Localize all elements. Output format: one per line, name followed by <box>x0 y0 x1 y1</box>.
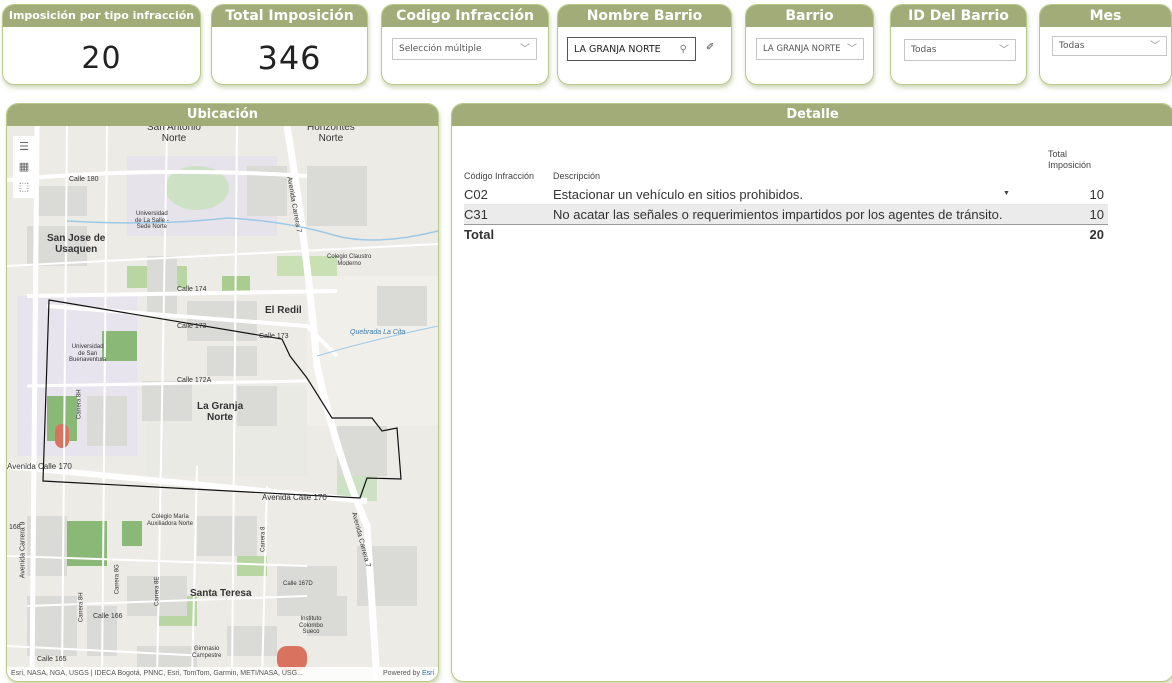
map-label-el-redil: El Redil <box>265 305 302 316</box>
map-label-colegio-maria: Colegio María Auxiliadora Norte <box>147 514 194 527</box>
map-label-carrera8h: Carrera 8H <box>76 389 83 420</box>
chevron-down-icon: ﹀ <box>1150 41 1160 52</box>
map-label-av-calle170-left: Avenida Calle 170 <box>7 462 72 471</box>
map-title: Ubicación <box>7 104 438 126</box>
qr-icon[interactable]: ▦ <box>19 160 29 174</box>
dropdown-value: LA GRANJA NORTE <box>763 44 841 54</box>
map-label-san-jose: San Jose de Usaquen <box>47 233 106 255</box>
col-header-total-label: Total Imposición <box>1048 148 1092 170</box>
map-label-santa-teresa: Santa Teresa <box>190 588 252 599</box>
col-header-codigo[interactable]: Código Infracción <box>464 138 553 185</box>
map-label-carrera8: Carrera 8 <box>260 526 267 552</box>
dropdown-value: Selección múltiple <box>399 44 482 54</box>
map-label-carrera8g: Carrera 8G <box>114 564 121 595</box>
cell-code: C02 <box>464 187 488 203</box>
map-label-san-antonio: San Antonio Norte <box>147 126 201 144</box>
col-header-total[interactable]: Total Imposición ▼ <box>1003 138 1108 198</box>
slicer-title: Codigo Infracción <box>382 5 548 27</box>
table-total-row: Total 20 <box>464 224 1108 245</box>
kpi-value: 346 <box>257 39 322 77</box>
cell-desc: No acatar las señales o requerimientos i… <box>553 207 1003 223</box>
slicer-nombre-barrio: Nombre Barrio LA GRANJA NORTE ⚲ ✐ <box>557 4 732 85</box>
map-canvas[interactable]: San Antonio Norte Horizontes Norte Calle… <box>7 126 438 681</box>
map-label-la-granja: La Granja Norte <box>197 401 244 423</box>
map-label-168: 168 <box>9 524 21 531</box>
total-spacer <box>553 225 1048 245</box>
card-title: Imposición por tipo infracción <box>3 5 200 27</box>
map-label-univ-san-buen: Universidad de San Buenaventura <box>69 344 107 364</box>
map-label-calle173: Calle 173 <box>177 323 207 330</box>
map-attribution: Esri, NASA, NGA, USGS | IDECA Bogotá, PN… <box>7 667 438 681</box>
attribution-text: Esri, NASA, NGA, USGS | IDECA Bogotá, PN… <box>11 670 303 677</box>
detalle-title: Detalle <box>452 104 1172 126</box>
map-label-quebrada: Quebrada La Cita <box>350 329 406 336</box>
kpi-card-total-imposicion: Total Imposición 346 <box>211 4 368 85</box>
chevron-down-icon: ﹀ <box>520 44 530 55</box>
map-label-carrera8h-b: Carrera 8H <box>78 592 85 623</box>
card-title: Total Imposición <box>212 5 367 27</box>
search-icon: ⚲ <box>679 43 687 55</box>
table-row[interactable]: C31 No acatar las señales o requerimient… <box>464 204 1108 225</box>
map-label-horizontes: Horizontes Norte <box>307 126 355 144</box>
map-panel: Ubicación San Antonio Norte Horizontes N… <box>6 103 439 682</box>
map-label-univ-salle: Universidad de La Salle - Sede Norte <box>135 211 169 231</box>
chevron-down-icon: ﹀ <box>847 44 857 55</box>
map-toolbar: ☰ ▦ ⬚ <box>13 136 35 198</box>
slicer-title: Nombre Barrio <box>558 5 731 27</box>
esri-link[interactable]: Esri <box>422 670 434 677</box>
slicer-title: Barrio <box>746 5 873 27</box>
eraser-icon[interactable]: ✐ <box>706 42 714 53</box>
slicer-id-barrio: ID Del Barrio Todas ﹀ <box>890 4 1027 85</box>
sort-desc-icon: ▼ <box>1003 190 1010 198</box>
table-header-row: Código Infracción Descripción Total Impo… <box>464 138 1108 198</box>
slicer-barrio: Barrio LA GRANJA NORTE ﹀ <box>745 4 874 85</box>
slicer-title: Mes <box>1040 5 1171 27</box>
map-label-calle166: Calle 166 <box>93 613 123 620</box>
map-label-calle174: Calle 174 <box>177 286 207 293</box>
map-label-gimnasio: Gimnasio Campestre <box>192 646 222 659</box>
barrio-dropdown[interactable]: LA GRANJA NORTE ﹀ <box>756 38 864 60</box>
map-label-calle167d: Calle 167D <box>283 581 313 587</box>
cell-desc: Estacionar un vehículo en sitios prohibi… <box>553 187 804 203</box>
total-label: Total <box>464 227 495 243</box>
detalle-panel: Detalle Código Infracción Descripción To… <box>451 103 1172 682</box>
mes-dropdown[interactable]: Todas ﹀ <box>1052 36 1167 56</box>
select-icon[interactable]: ⬚ <box>19 180 29 194</box>
detalle-table: Código Infracción Descripción Total Impo… <box>464 138 1108 244</box>
slicer-title: ID Del Barrio <box>891 5 1026 27</box>
cell-total: 10 <box>1089 207 1104 223</box>
kpi-card-imposicion-tipo: Imposición por tipo infracción 20 <box>2 4 201 85</box>
chevron-down-icon: ﹀ <box>999 45 1009 56</box>
search-value: LA GRANJA NORTE <box>574 43 661 55</box>
powered-by: Powered by Esri <box>383 667 434 681</box>
map-label-calle165: Calle 165 <box>37 656 67 663</box>
col-header-descripcion[interactable]: Descripción <box>553 138 1048 185</box>
dropdown-value: Todas <box>911 45 937 55</box>
slicer-mes: Mes Todas ﹀ <box>1039 4 1172 85</box>
total-value: 20 <box>1089 227 1104 243</box>
powered-by-label: Powered by <box>383 670 420 677</box>
map-label-av-calle170: Avenida Calle 170 <box>262 493 327 502</box>
menu-icon[interactable]: ☰ <box>19 140 29 154</box>
nombre-barrio-search[interactable]: LA GRANJA NORTE ⚲ <box>567 37 696 61</box>
id-barrio-dropdown[interactable]: Todas ﹀ <box>904 39 1016 61</box>
dropdown-value: Todas <box>1059 41 1085 51</box>
table-row[interactable]: C02 Estacionar un vehículo en sitios pro… <box>464 185 1108 205</box>
codigo-dropdown[interactable]: Selección múltiple ﹀ <box>392 38 537 60</box>
map-label-colegio-claustro: Colegio Claustro Moderno <box>327 254 372 267</box>
map-label-calle180: Calle 180 <box>69 176 99 183</box>
map-label-carrera8e: Carrera 8E <box>154 576 161 606</box>
map-label-calle173b: Calle 173 <box>259 333 289 340</box>
cell-total: 10 <box>1089 187 1104 203</box>
kpi-value: 20 <box>81 41 122 76</box>
map-label-instituto: Instituto Colombo Sueco <box>299 616 324 636</box>
slicer-codigo-infraccion: Codigo Infracción Selección múltiple ﹀ <box>381 4 549 85</box>
cell-code: C31 <box>464 207 488 223</box>
map-label-calle172a: Calle 172A <box>177 377 212 384</box>
